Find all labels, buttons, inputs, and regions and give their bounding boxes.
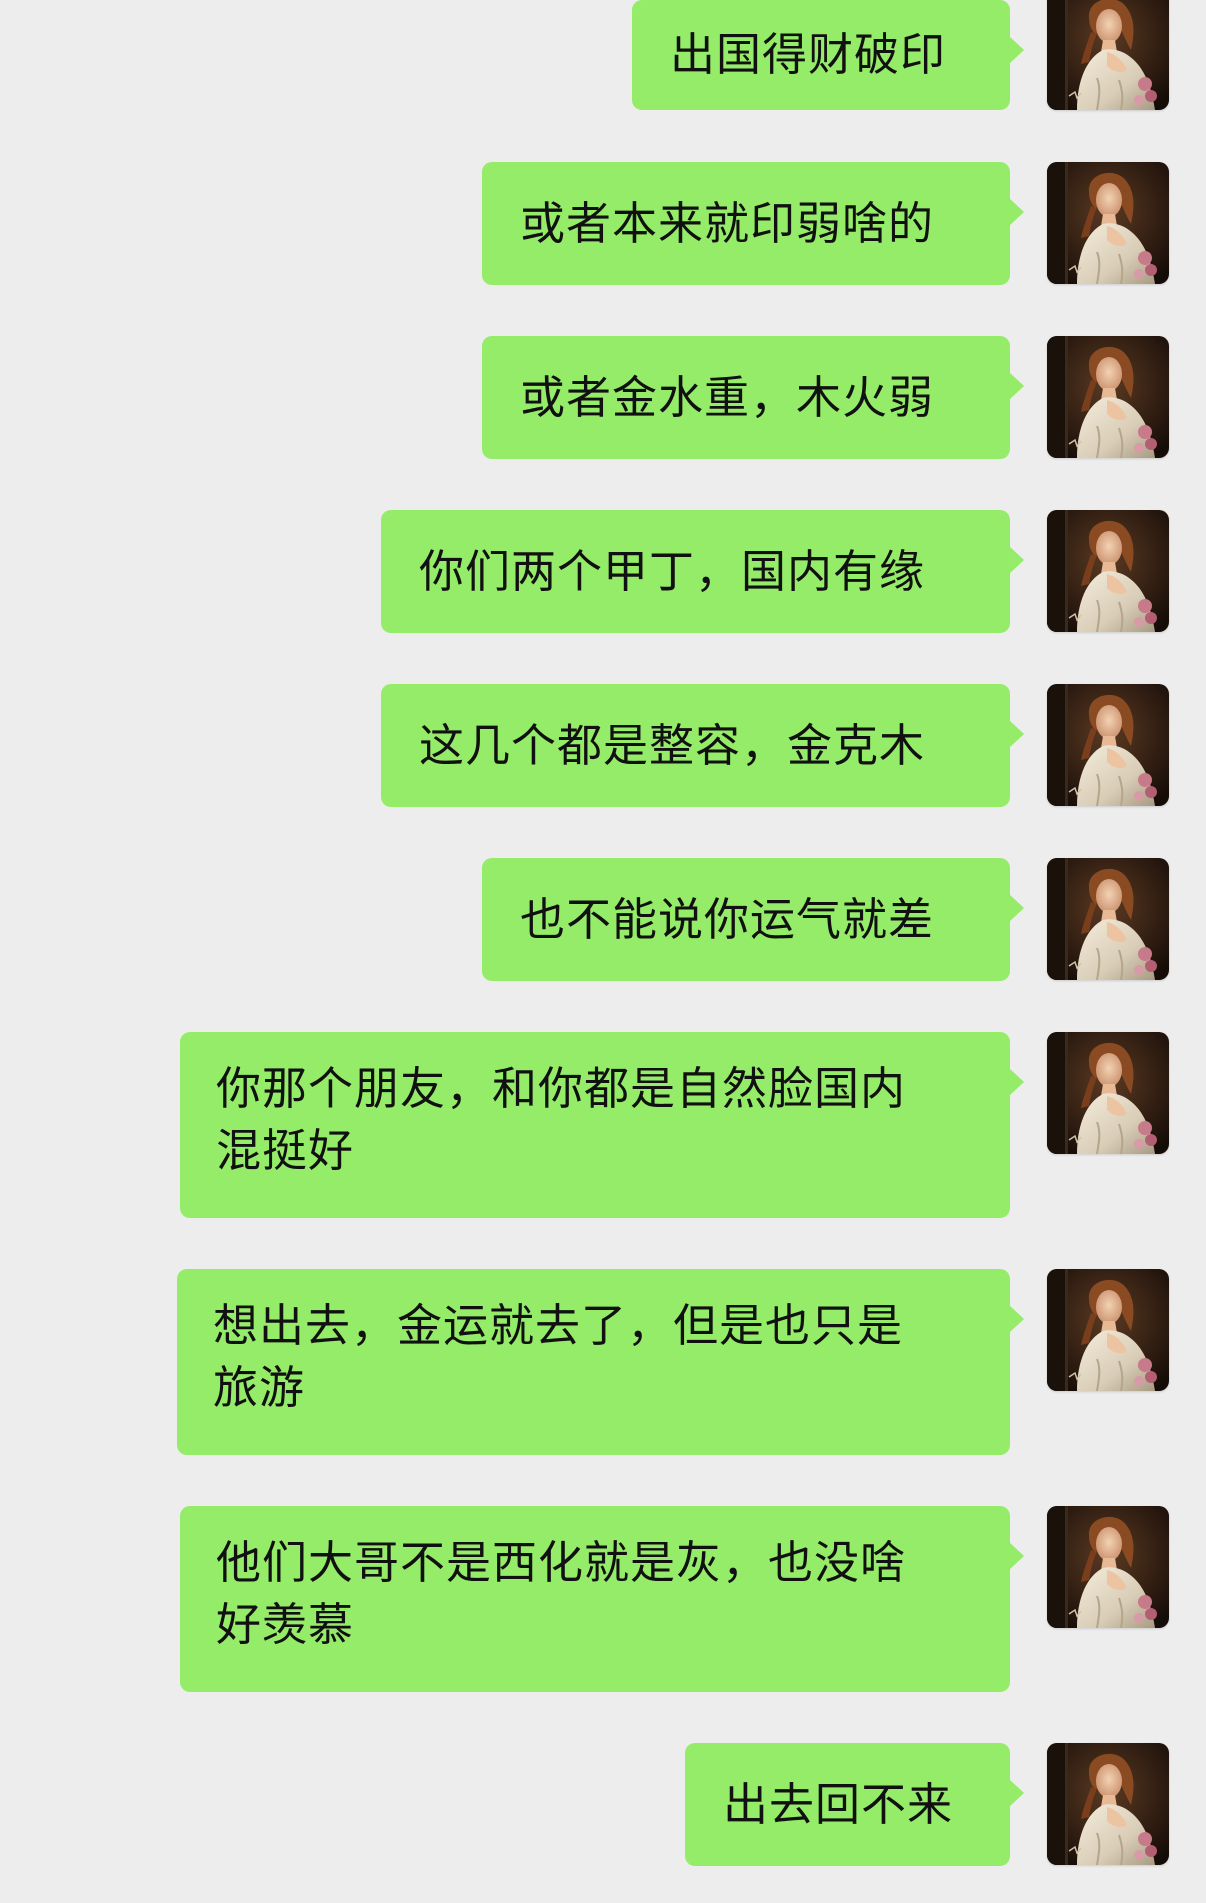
avatar-image bbox=[1047, 336, 1169, 458]
message-text-line: 混挺好 bbox=[216, 1124, 355, 1177]
message-text-line: 想出去，金运就去了，但是也只是 bbox=[213, 1299, 904, 1352]
message-bubble[interactable]: 他们大哥不是西化就是灰，也没啥 好羡慕 bbox=[180, 1506, 1024, 1692]
portrait-painting-avatar-icon[interactable] bbox=[1047, 1269, 1169, 1391]
message-bubble[interactable]: 这几个都是整容，金克木 bbox=[381, 684, 1024, 807]
message-text-line: 好羡慕 bbox=[216, 1598, 355, 1651]
avatar-image bbox=[1047, 1506, 1169, 1628]
message-text: 或者本来就印弱啥的 bbox=[520, 196, 935, 250]
message-bubble[interactable]: 你们两个甲丁，国内有缘 bbox=[381, 510, 1024, 633]
avatar-image bbox=[1047, 684, 1169, 806]
portrait-painting-avatar-icon[interactable] bbox=[1047, 1743, 1169, 1865]
portrait-painting-avatar-icon[interactable] bbox=[1047, 1032, 1169, 1154]
message-bubble[interactable]: 想出去，金运就去了，但是也只是 旅游 bbox=[177, 1269, 1024, 1455]
portrait-painting-avatar-icon[interactable] bbox=[1047, 0, 1169, 110]
message-text: 这几个都是整容，金克木 bbox=[419, 718, 926, 772]
message-text: 你们两个甲丁，国内有缘 bbox=[419, 544, 926, 598]
portrait-painting-avatar-icon[interactable] bbox=[1047, 336, 1169, 458]
message-bubble[interactable]: 出国得财破印 bbox=[632, 0, 1024, 110]
message-text-line: 旅游 bbox=[213, 1361, 306, 1414]
message-text-line: 他们大哥不是西化就是灰，也没啥 bbox=[216, 1536, 907, 1589]
message-bubble[interactable]: 也不能说你运气就差 bbox=[482, 858, 1024, 981]
avatar-image bbox=[1047, 1743, 1169, 1865]
message-bubble[interactable]: 你那个朋友，和你都是自然脸国内 混挺好 bbox=[180, 1032, 1024, 1218]
portrait-painting-avatar-icon[interactable] bbox=[1047, 684, 1169, 806]
avatar-image bbox=[1047, 1269, 1169, 1391]
avatar-image bbox=[1047, 858, 1169, 980]
avatar-image bbox=[1047, 510, 1169, 632]
portrait-painting-avatar-icon[interactable] bbox=[1047, 1506, 1169, 1628]
message-bubble[interactable]: 出去回不来 bbox=[685, 1743, 1024, 1866]
message-text: 或者金水重，木火弱 bbox=[520, 370, 935, 424]
message-text: 出去回不来 bbox=[723, 1777, 954, 1831]
portrait-painting-avatar-icon[interactable] bbox=[1047, 162, 1169, 284]
portrait-painting-avatar-icon[interactable] bbox=[1047, 858, 1169, 980]
avatar-image bbox=[1047, 0, 1169, 110]
message-bubble[interactable]: 或者金水重，木火弱 bbox=[482, 336, 1024, 459]
message-bubble[interactable]: 或者本来就印弱啥的 bbox=[482, 162, 1024, 285]
portrait-painting-avatar-icon[interactable] bbox=[1047, 510, 1169, 632]
avatar-image bbox=[1047, 162, 1169, 284]
message-text: 出国得财破印 bbox=[670, 28, 947, 81]
message-text: 也不能说你运气就差 bbox=[520, 892, 935, 946]
message-text-line: 你那个朋友，和你都是自然脸国内 bbox=[216, 1062, 907, 1115]
avatar-image bbox=[1047, 1032, 1169, 1154]
chat-message-list[interactable]: 出国得财破印 或者本来就印弱啥的 或者金水重，木火弱 你们两个甲丁，国内有缘 这… bbox=[0, 0, 1206, 1903]
